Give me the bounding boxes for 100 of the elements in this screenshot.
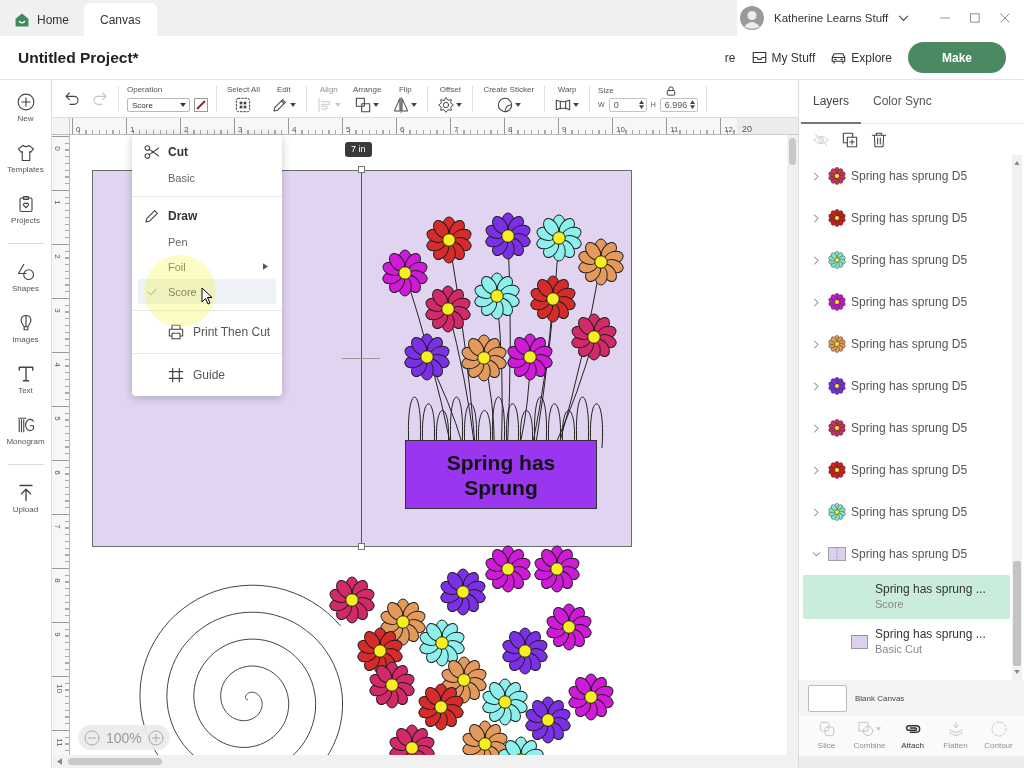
scrollbar-thumb[interactable] — [1013, 561, 1021, 666]
guide-line — [342, 358, 380, 359]
flip-button[interactable]: Flip — [391, 84, 420, 113]
sidebar-item[interactable]: Monogram — [0, 405, 51, 456]
layer-item[interactable]: Spring has sprung D5 — [799, 365, 1012, 407]
chevron-down-icon[interactable] — [812, 549, 821, 559]
chevron-right-icon[interactable] — [812, 213, 821, 223]
scissors-icon — [144, 144, 160, 160]
menu-option[interactable]: Basic — [138, 165, 276, 190]
horizontal-scrollbar[interactable] — [52, 755, 798, 768]
chevron-right-icon[interactable] — [812, 465, 821, 475]
nav-link[interactable]: Explore — [831, 50, 892, 65]
edit-button[interactable]: Edit — [269, 84, 298, 113]
flower — [439, 568, 487, 616]
layer-item[interactable]: Spring has sprung D5 — [799, 491, 1012, 533]
pencil-icon — [271, 96, 288, 113]
height-field[interactable]: 6.996 — [659, 97, 698, 112]
blank-canvas-item[interactable]: Blank Canvas — [799, 680, 1024, 716]
flower — [424, 285, 472, 333]
panel-tab[interactable]: Color Sync — [861, 80, 944, 124]
ruler-label: 5 — [346, 124, 351, 134]
ruler-label: 3 — [238, 124, 243, 134]
shirt-icon — [16, 143, 35, 162]
line-swatch-icon[interactable] — [194, 98, 208, 112]
panel-tab[interactable]: Layers — [801, 80, 862, 124]
text-icon — [16, 364, 35, 383]
sidebar-item[interactable]: Shapes — [0, 252, 51, 303]
flower — [460, 334, 508, 382]
select-all-button[interactable]: Select All — [225, 84, 262, 113]
vertical-scrollbar[interactable] — [787, 135, 798, 755]
sidebar-item[interactable]: Images — [0, 303, 51, 354]
flip-icon — [393, 96, 410, 113]
menu-option[interactable]: Pen — [138, 229, 276, 254]
scrollbar-thumb[interactable] — [789, 138, 796, 165]
chevron-right-icon[interactable] — [812, 171, 821, 181]
chevron-right-icon[interactable] — [812, 507, 821, 517]
ruler-label: 9 — [52, 632, 62, 637]
sidebar-item[interactable]: Projects — [0, 184, 51, 235]
chevron-right-icon[interactable] — [812, 381, 821, 391]
sticker-button[interactable]: Create Sticker — [481, 84, 537, 113]
duplicate-button[interactable] — [842, 131, 858, 148]
warp-button[interactable]: Warp — [553, 84, 582, 113]
layer-item[interactable]: Spring has sprung D5 — [799, 239, 1012, 281]
sidebar-item[interactable]: New — [0, 82, 51, 133]
project-title: Untitled Project* — [18, 48, 139, 67]
zoom-in-icon — [147, 729, 164, 746]
operation-dropdown[interactable]: Score — [127, 98, 190, 112]
nav-link[interactable]: My Stuff — [751, 50, 816, 65]
scrollbar-thumb[interactable] — [68, 758, 162, 765]
chevron-right-icon[interactable] — [812, 297, 821, 307]
layer-item[interactable]: Spring has sprung D5 — [799, 449, 1012, 491]
layer-item[interactable]: Spring has sprung ... Basic Cut — [803, 620, 1010, 664]
flower — [481, 678, 529, 726]
hidden-eye-icon — [813, 131, 829, 148]
layer-item[interactable]: Spring has sprung D5 — [799, 323, 1012, 365]
field-label: Size — [598, 85, 614, 96]
attach-button[interactable]: Attach — [891, 716, 934, 756]
size-tooltip: 7 in — [345, 142, 372, 157]
chevron-right-icon[interactable] — [812, 255, 821, 265]
spinner-icon — [638, 100, 644, 109]
chevron-right-icon[interactable] — [812, 423, 821, 433]
ruler-label: 4 — [52, 362, 62, 367]
sidebar-item[interactable]: Upload — [0, 473, 51, 524]
sidebar-item[interactable]: Text — [0, 354, 51, 405]
layer-item[interactable]: Spring has sprung ... Score — [803, 575, 1010, 619]
ruler-label: 4 — [292, 124, 297, 134]
flower — [368, 661, 416, 709]
window-tab[interactable]: Home — [6, 3, 84, 36]
make-button[interactable]: Make — [908, 42, 1006, 73]
offset-button[interactable]: Offset — [436, 84, 465, 113]
hash-icon — [168, 367, 184, 383]
ruler-label: 7 — [52, 524, 62, 529]
layer-item[interactable]: Spring has sprung D5 — [799, 197, 1012, 239]
layer-item[interactable]: Spring has sprung D5 — [799, 407, 1012, 449]
zoom-in-button[interactable] — [147, 729, 164, 746]
nav-link[interactable]: re — [724, 50, 736, 65]
layer-item[interactable]: Spring has sprung D5 — [799, 155, 1012, 197]
lock-icon[interactable] — [665, 85, 676, 96]
menu-option[interactable]: Print Then Cut — [132, 317, 276, 347]
resize-handle[interactable] — [358, 166, 365, 173]
arrange-button[interactable]: Arrange — [350, 84, 384, 113]
flower — [535, 214, 583, 262]
ruler-label: 20 — [742, 123, 752, 136]
sidebar-item[interactable]: Templates — [0, 133, 51, 184]
ruler-label: 8 — [508, 124, 513, 134]
layer-item[interactable]: Spring has sprung D5 — [799, 533, 1012, 575]
menu-option[interactable]: Guide — [132, 360, 276, 390]
field-label: Operation — [127, 85, 164, 95]
width-field[interactable]: 0 — [608, 97, 647, 112]
chevron-right-icon[interactable] — [812, 339, 821, 349]
vertical-scrollbar[interactable] — [1012, 155, 1022, 680]
resize-handle[interactable] — [358, 543, 365, 550]
scroll-down-icon — [1014, 670, 1020, 674]
offset-icon — [438, 96, 455, 113]
trash-button[interactable] — [871, 131, 887, 148]
layer-item[interactable]: Spring has sprung D5 — [799, 281, 1012, 323]
ruler-label: 2 — [184, 124, 189, 134]
window-tab[interactable]: Canvas — [84, 3, 157, 36]
zoom-out-button[interactable] — [84, 729, 100, 746]
ruler-label: 7 — [454, 124, 459, 134]
